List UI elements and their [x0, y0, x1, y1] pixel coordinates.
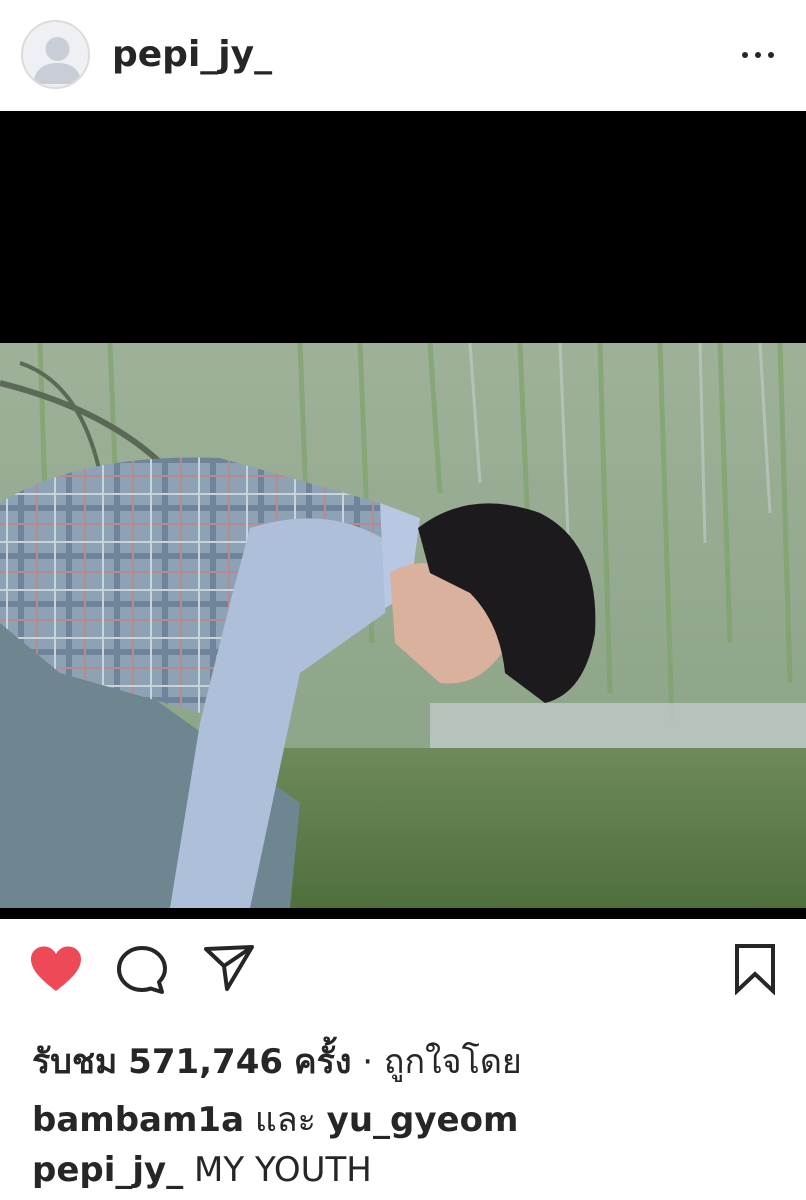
action-bar — [0, 919, 806, 1029]
liker-username[interactable]: yu_gyeom — [327, 1100, 519, 1140]
send-icon[interactable] — [203, 943, 255, 993]
likers-line: bambam1a และ yu_gyeom — [32, 1092, 518, 1146]
conjunction: และ — [254, 1100, 316, 1140]
comment-icon[interactable] — [116, 945, 168, 995]
caption-username[interactable]: pepi_jy_ — [32, 1150, 183, 1190]
post-username[interactable]: pepi_jy_ — [112, 34, 272, 75]
separator: · — [362, 1042, 374, 1082]
views-prefix: รับชม — [32, 1042, 118, 1082]
video-frame — [0, 343, 806, 908]
caption-text: MY YOUTH — [194, 1150, 372, 1190]
post-video[interactable] — [0, 111, 806, 919]
post-header: pepi_jy_ — [0, 0, 806, 111]
avatar[interactable] — [21, 20, 90, 89]
liked-by-prefix: ถูกใจโดย — [383, 1042, 522, 1082]
caption: pepi_jy_ MY YOUTH — [32, 1150, 372, 1190]
more-options-icon[interactable] — [736, 40, 780, 70]
liker-username[interactable]: bambam1a — [32, 1100, 244, 1140]
bookmark-icon[interactable] — [734, 943, 776, 995]
views-count[interactable]: 571,746 — [128, 1042, 283, 1082]
heart-icon[interactable] — [29, 945, 83, 993]
views-and-likes: รับชม 571,746 ครั้ง · ถูกใจโดย — [32, 1034, 522, 1088]
views-suffix: ครั้ง — [293, 1042, 352, 1082]
default-avatar-icon — [33, 37, 82, 84]
